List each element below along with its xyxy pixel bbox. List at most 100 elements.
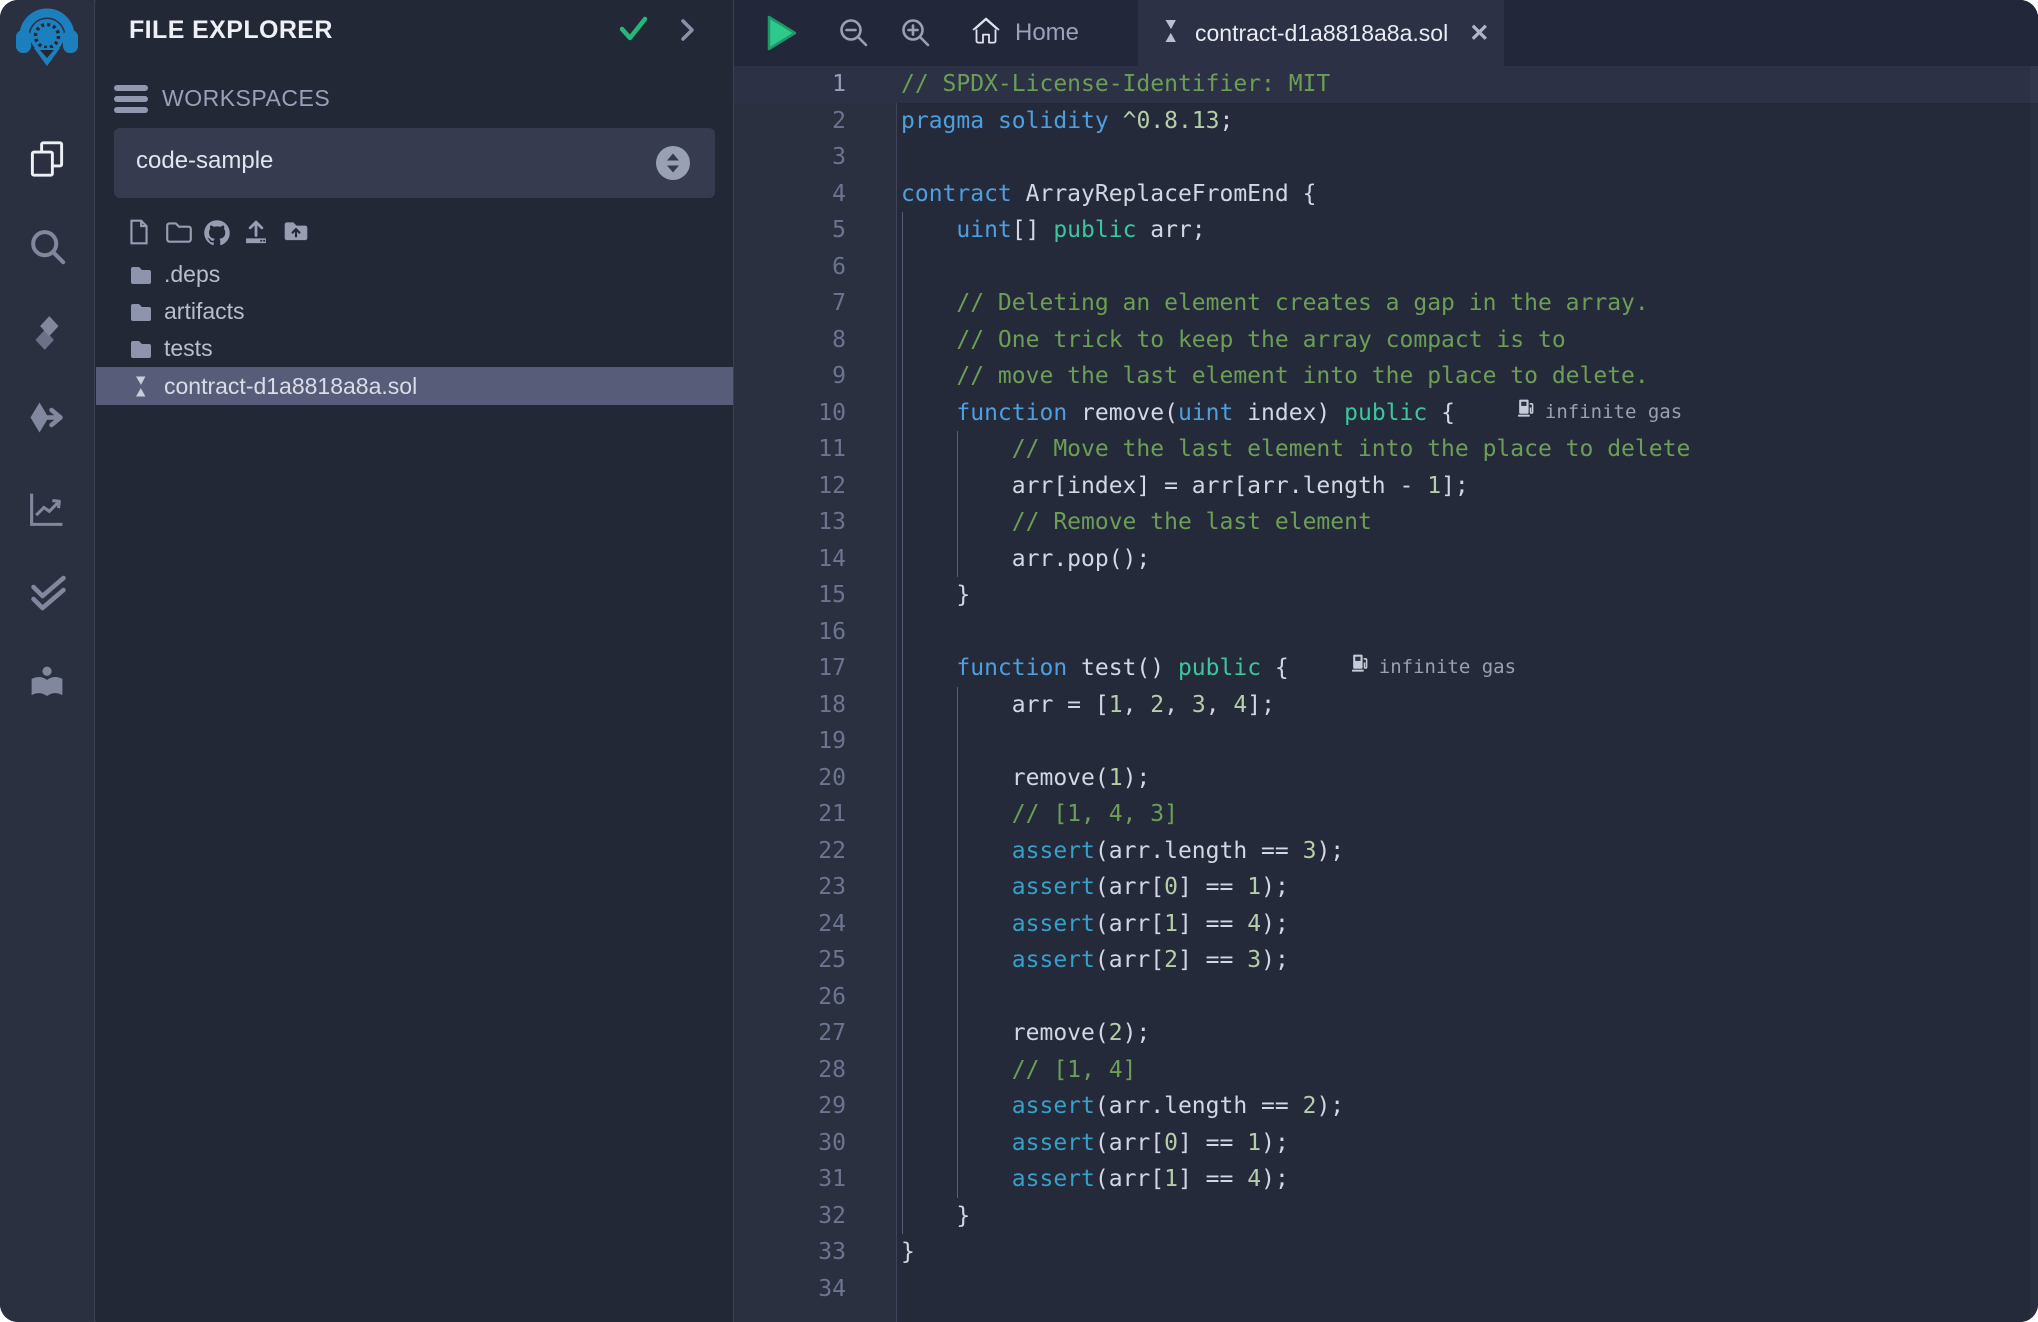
code-line-12[interactable]: 12 arr[index] = arr[arr.length - 1]; bbox=[734, 468, 2038, 505]
code-line-26[interactable]: 26 bbox=[734, 979, 2038, 1016]
editor-region: Home contract-d1a8818a8a.sol ✕ 1// SPDX-… bbox=[734, 0, 2038, 1322]
line-number: 33 bbox=[734, 1234, 896, 1271]
code-line-28[interactable]: 28 // [1, 4] bbox=[734, 1052, 2038, 1089]
folder-icon bbox=[128, 336, 154, 362]
line-number: 4 bbox=[734, 176, 896, 213]
infinite-gas-badge: infinite gas bbox=[1517, 394, 1682, 431]
git-clone-icon[interactable] bbox=[202, 218, 232, 248]
code-line-30[interactable]: 30 assert(arr[0] == 1); bbox=[734, 1125, 2038, 1162]
line-number: 30 bbox=[734, 1125, 896, 1162]
folder-icon bbox=[128, 299, 154, 325]
line-number: 20 bbox=[734, 760, 896, 797]
code-line-3[interactable]: 3 bbox=[734, 139, 2038, 176]
code-line-33[interactable]: 33} bbox=[734, 1234, 2038, 1271]
solidity-static-analysis-icon[interactable] bbox=[21, 483, 73, 535]
code-line-1[interactable]: 1// SPDX-License-Identifier: MIT bbox=[734, 66, 2038, 103]
line-content: pragma solidity ^0.8.13; bbox=[896, 103, 1233, 140]
code-line-31[interactable]: 31 assert(arr[1] == 4); bbox=[734, 1161, 2038, 1198]
code-line-8[interactable]: 8 // One trick to keep the array compact… bbox=[734, 322, 2038, 359]
code-line-4[interactable]: 4contract ArrayReplaceFromEnd { bbox=[734, 176, 2038, 213]
new-file-icon[interactable] bbox=[126, 218, 156, 248]
tree-item-artifacts[interactable]: artifacts bbox=[96, 293, 733, 330]
tree-item-contract-d1a8818a8a-sol[interactable]: contract-d1a8818a8a.sol bbox=[96, 367, 733, 405]
code-line-21[interactable]: 21 // [1, 4, 3] bbox=[734, 796, 2038, 833]
code-line-32[interactable]: 32 } bbox=[734, 1198, 2038, 1235]
line-number: 3 bbox=[734, 139, 896, 176]
code-line-11[interactable]: 11 // Move the last element into the pla… bbox=[734, 431, 2038, 468]
chevron-right-icon[interactable] bbox=[680, 18, 696, 47]
line-number: 6 bbox=[734, 249, 896, 286]
code-line-10[interactable]: 10 function remove(uint index) public {i… bbox=[734, 395, 2038, 432]
line-content: contract ArrayReplaceFromEnd { bbox=[896, 176, 1316, 213]
editor-topbar: Home contract-d1a8818a8a.sol ✕ bbox=[734, 0, 2038, 66]
line-number: 12 bbox=[734, 468, 896, 505]
tab-contract-file-label: contract-d1a8818a8a.sol bbox=[1195, 20, 1448, 47]
code-line-27[interactable]: 27 remove(2); bbox=[734, 1015, 2038, 1052]
line-content bbox=[896, 1271, 901, 1308]
code-line-20[interactable]: 20 remove(1); bbox=[734, 760, 2038, 797]
workspace-select[interactable]: code-sample bbox=[114, 128, 715, 198]
line-number: 34 bbox=[734, 1271, 896, 1308]
line-number: 32 bbox=[734, 1198, 896, 1235]
gas-pump-icon bbox=[1517, 394, 1536, 431]
workspaces-row: WORKSPACES bbox=[96, 82, 733, 118]
line-content: // Deleting an element creates a gap in … bbox=[896, 285, 1649, 322]
file-tree: .depsartifactstestscontract-d1a8818a8a.s… bbox=[96, 256, 733, 405]
code-line-15[interactable]: 15 } bbox=[734, 577, 2038, 614]
code-line-6[interactable]: 6 bbox=[734, 249, 2038, 286]
line-number: 7 bbox=[734, 285, 896, 322]
close-tab-icon[interactable]: ✕ bbox=[1469, 19, 1489, 48]
learn-icon[interactable] bbox=[21, 656, 73, 708]
status-check-icon[interactable] bbox=[618, 15, 648, 48]
code-line-9[interactable]: 9 // move the last element into the plac… bbox=[734, 358, 2038, 395]
tree-item-tests[interactable]: tests bbox=[96, 330, 733, 367]
code-line-34[interactable]: 34 bbox=[734, 1271, 2038, 1308]
code-line-13[interactable]: 13 // Remove the last element bbox=[734, 504, 2038, 541]
line-number: 16 bbox=[734, 614, 896, 651]
workspaces-menu-icon[interactable] bbox=[114, 85, 148, 113]
upload-folder-icon[interactable] bbox=[282, 218, 312, 248]
line-content bbox=[896, 723, 901, 760]
line-content: // One trick to keep the array compact i… bbox=[896, 322, 1566, 359]
line-content: arr.pop(); bbox=[896, 541, 1150, 578]
upload-file-icon[interactable] bbox=[242, 218, 272, 248]
code-line-5[interactable]: 5 uint[] public arr; bbox=[734, 212, 2038, 249]
zoom-in-icon[interactable] bbox=[898, 15, 934, 51]
code-line-29[interactable]: 29 assert(arr.length == 2); bbox=[734, 1088, 2038, 1125]
code-line-7[interactable]: 7 // Deleting an element creates a gap i… bbox=[734, 285, 2038, 322]
code-line-24[interactable]: 24 assert(arr[1] == 4); bbox=[734, 906, 2038, 943]
code-line-25[interactable]: 25 assert(arr[2] == 3); bbox=[734, 942, 2038, 979]
new-folder-icon[interactable] bbox=[164, 218, 194, 248]
code-line-23[interactable]: 23 assert(arr[0] == 1); bbox=[734, 869, 2038, 906]
remix-logo-icon[interactable] bbox=[14, 6, 80, 75]
line-number: 22 bbox=[734, 833, 896, 870]
line-content: // [1, 4] bbox=[896, 1052, 1136, 1089]
editor-scrollbar[interactable] bbox=[2030, 66, 2038, 1322]
line-content: // SPDX-License-Identifier: MIT bbox=[896, 66, 1330, 103]
search-icon[interactable] bbox=[21, 220, 73, 272]
solidity-compiler-icon[interactable] bbox=[21, 307, 73, 359]
line-number: 21 bbox=[734, 796, 896, 833]
deploy-and-run-icon[interactable] bbox=[21, 393, 73, 445]
line-content: remove(2); bbox=[896, 1015, 1150, 1052]
workspaces-label: WORKSPACES bbox=[162, 85, 330, 112]
line-content: remove(1); bbox=[896, 760, 1150, 797]
run-script-button[interactable] bbox=[765, 13, 799, 53]
file-explorer-icon[interactable] bbox=[21, 133, 73, 185]
tab-home[interactable]: Home bbox=[956, 0, 1093, 66]
line-number: 2 bbox=[734, 103, 896, 140]
code-line-17[interactable]: 17 function test() public {infinite gas bbox=[734, 650, 2038, 687]
code-editor[interactable]: 1// SPDX-License-Identifier: MIT2pragma … bbox=[734, 66, 2038, 1322]
code-line-16[interactable]: 16 bbox=[734, 614, 2038, 651]
code-line-14[interactable]: 14 arr.pop(); bbox=[734, 541, 2038, 578]
line-content bbox=[896, 249, 901, 286]
code-line-22[interactable]: 22 assert(arr.length == 3); bbox=[734, 833, 2038, 870]
code-line-18[interactable]: 18 arr = [1, 2, 3, 4]; bbox=[734, 687, 2038, 724]
code-line-19[interactable]: 19 bbox=[734, 723, 2038, 760]
tab-contract-file[interactable]: contract-d1a8818a8a.sol ✕ bbox=[1138, 0, 1504, 66]
solidity-unit-testing-icon[interactable] bbox=[21, 567, 73, 619]
line-number: 27 bbox=[734, 1015, 896, 1052]
code-line-2[interactable]: 2pragma solidity ^0.8.13; bbox=[734, 103, 2038, 140]
tree-item--deps[interactable]: .deps bbox=[96, 256, 733, 293]
zoom-out-icon[interactable] bbox=[836, 15, 872, 51]
